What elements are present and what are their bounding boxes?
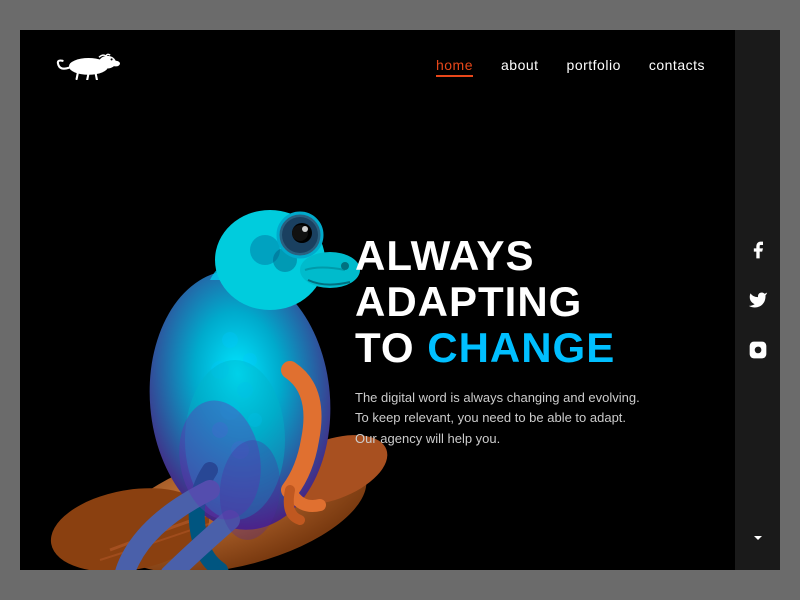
navbar: home about portfolio contacts — [20, 30, 735, 100]
logo-icon — [50, 50, 120, 80]
nav-about[interactable]: about — [501, 57, 539, 73]
hero-title: ALWAYS ADAPTING TO CHANGE — [355, 233, 695, 372]
main-content: home about portfolio contacts — [20, 30, 735, 570]
nav-portfolio[interactable]: portfolio — [567, 57, 621, 73]
nav-home[interactable]: home — [436, 57, 473, 73]
page-wrapper: home about portfolio contacts — [20, 30, 780, 570]
right-sidebar — [735, 30, 780, 570]
hero-title-line1: ALWAYS ADAPTING — [355, 232, 582, 325]
twitter-icon[interactable] — [744, 286, 772, 314]
logo — [50, 50, 120, 80]
hero-subtitle: The digital word is always changing and … — [355, 388, 695, 450]
nav-links: home about portfolio contacts — [436, 57, 705, 73]
hero-title-line2: TO CHANGE — [355, 324, 615, 371]
nav-contacts[interactable]: contacts — [649, 57, 705, 73]
instagram-icon[interactable] — [744, 336, 772, 364]
scroll-down-button[interactable] — [744, 524, 772, 552]
hero-text: ALWAYS ADAPTING TO CHANGE The digital wo… — [355, 233, 695, 450]
chameleon-image — [20, 80, 410, 570]
facebook-icon[interactable] — [744, 236, 772, 264]
